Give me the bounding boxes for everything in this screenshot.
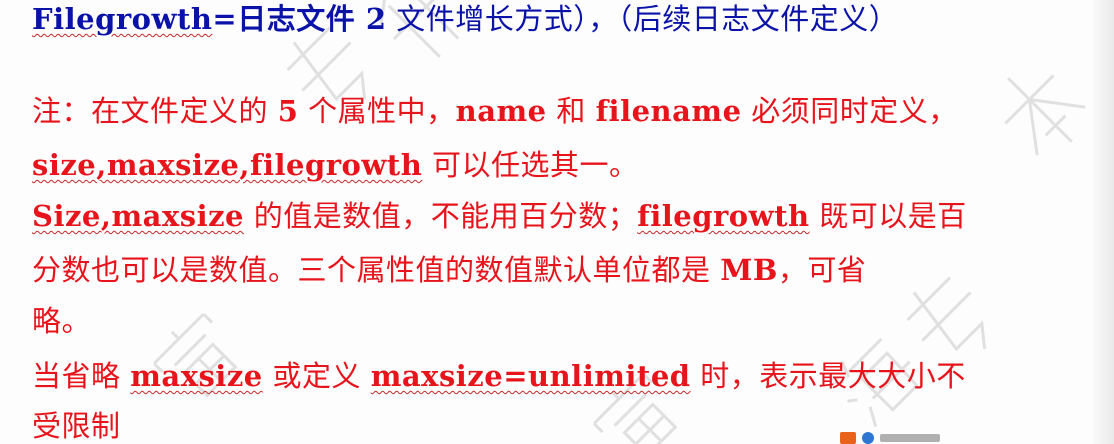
line-optional-properties: size,maxsize,filegrowth 可以任选其一。 <box>32 148 639 183</box>
text: 必须同时定义， <box>741 94 958 128</box>
line-size-values: Size,maxsize 的值是数值，不能用百分数；filegrowth 既可以… <box>32 199 967 234</box>
line-unrestricted: 受限制 <box>32 409 121 444</box>
text: =日志文件 <box>212 2 366 36</box>
term-filegrowth: filegrowth <box>637 199 810 233</box>
logo-mark-icon <box>840 432 856 444</box>
text: 略。 <box>32 304 92 338</box>
number: 5 <box>277 94 299 128</box>
text: 当省略 <box>32 359 131 393</box>
text: 的值是数值，不能用百分数； <box>244 199 638 233</box>
text: 文件增长方式），（后续日志文件定义） <box>386 2 899 36</box>
text: 时，表示最大大小不 <box>690 359 966 393</box>
slide-edge-shadow <box>1090 0 1114 444</box>
text: 和 <box>546 94 596 128</box>
line-filegrowth-log: Filegrowth=日志文件 2 文件增长方式），（后续日志文件定义） <box>32 2 898 37</box>
text: 既可以是百 <box>809 199 967 233</box>
footer-logo <box>840 432 1080 444</box>
term-filegrowth: Filegrowth <box>32 2 213 36</box>
logo-circle-icon <box>862 432 874 444</box>
line-omit: 略。 <box>32 304 91 339</box>
line-note: 注：在文件定义的 5 个属性中，name 和 filename 必须同时定义， <box>32 94 958 129</box>
number: 2 <box>365 2 387 36</box>
text: 个属性中， <box>298 94 456 128</box>
text: 受限制 <box>32 409 121 443</box>
line-unlimited: 当省略 maxsize 或定义 maxsize=unlimited 时，表示最大… <box>32 359 966 394</box>
keyword-filename: filename <box>595 94 742 128</box>
unit-mb: MB <box>720 253 778 287</box>
text: 可以任选其一。 <box>422 148 639 182</box>
text: 分数也可以是数值。三个属性值的数值默认单位都是 <box>32 253 721 287</box>
text: ，可省 <box>777 253 867 287</box>
keyword-name: name <box>455 94 547 128</box>
logo-wordmark <box>880 434 940 442</box>
term-size-maxsize-filegrowth: size,maxsize,filegrowth <box>32 148 423 182</box>
text: 或定义 <box>262 359 371 393</box>
line-default-unit: 分数也可以是数值。三个属性值的数值默认单位都是 MB，可省 <box>32 253 866 288</box>
term-maxsize-unlimited: maxsize=unlimited <box>370 359 691 393</box>
text: 注：在文件定义的 <box>32 94 278 128</box>
term-maxsize: maxsize <box>130 359 263 393</box>
term-size-maxsize: Size,maxsize <box>32 199 245 233</box>
